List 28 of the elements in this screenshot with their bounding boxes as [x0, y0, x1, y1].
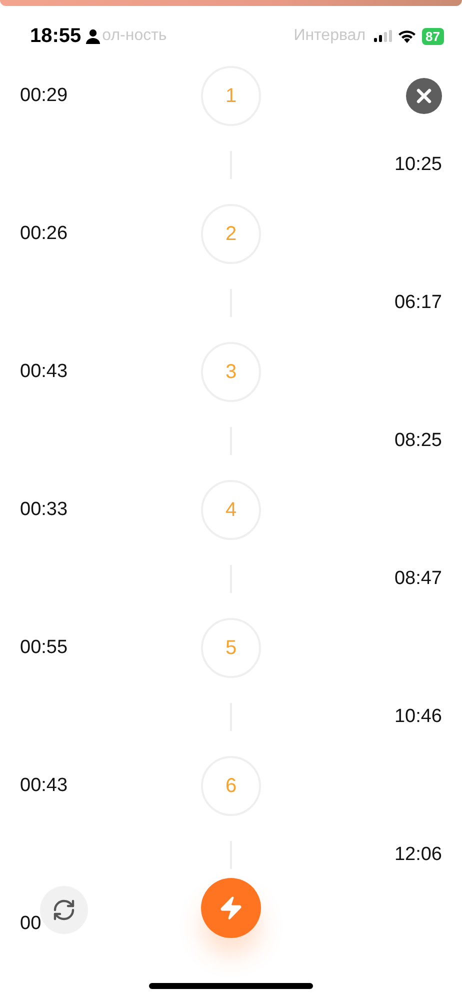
start-time: 00:55 — [20, 637, 69, 659]
interval-time: 10:46 — [394, 706, 442, 728]
interval-time: 12:06 — [394, 844, 442, 866]
step-number: 1 — [201, 66, 261, 126]
start-time: 00:43 — [20, 775, 69, 797]
person-icon — [86, 28, 100, 44]
start-time: 00 — [20, 913, 42, 935]
start-time: 00:26 — [20, 223, 69, 245]
refresh-button[interactable] — [40, 886, 88, 934]
wifi-icon — [398, 30, 416, 42]
start-time: 00:43 — [20, 361, 69, 383]
lightning-icon — [218, 895, 244, 921]
close-button[interactable] — [406, 78, 442, 114]
start-time: 00:33 — [20, 499, 69, 521]
step-number: 2 — [201, 204, 261, 264]
status-time: 18:55 — [30, 24, 82, 48]
signal-icon — [374, 30, 392, 42]
step-number: 3 — [201, 342, 261, 402]
interval-time: 08:25 — [394, 430, 442, 452]
step-number: 4 — [201, 480, 261, 540]
interval-time: 08:47 — [394, 568, 442, 590]
interval-time: 10:25 — [394, 154, 442, 176]
step-number: 6 — [201, 756, 261, 816]
refresh-icon — [52, 898, 76, 922]
step-number: 5 — [201, 618, 261, 678]
start-time: 00:29 — [20, 85, 69, 107]
interval-time: 06:17 — [394, 292, 442, 314]
battery-indicator: 87 — [422, 28, 444, 44]
